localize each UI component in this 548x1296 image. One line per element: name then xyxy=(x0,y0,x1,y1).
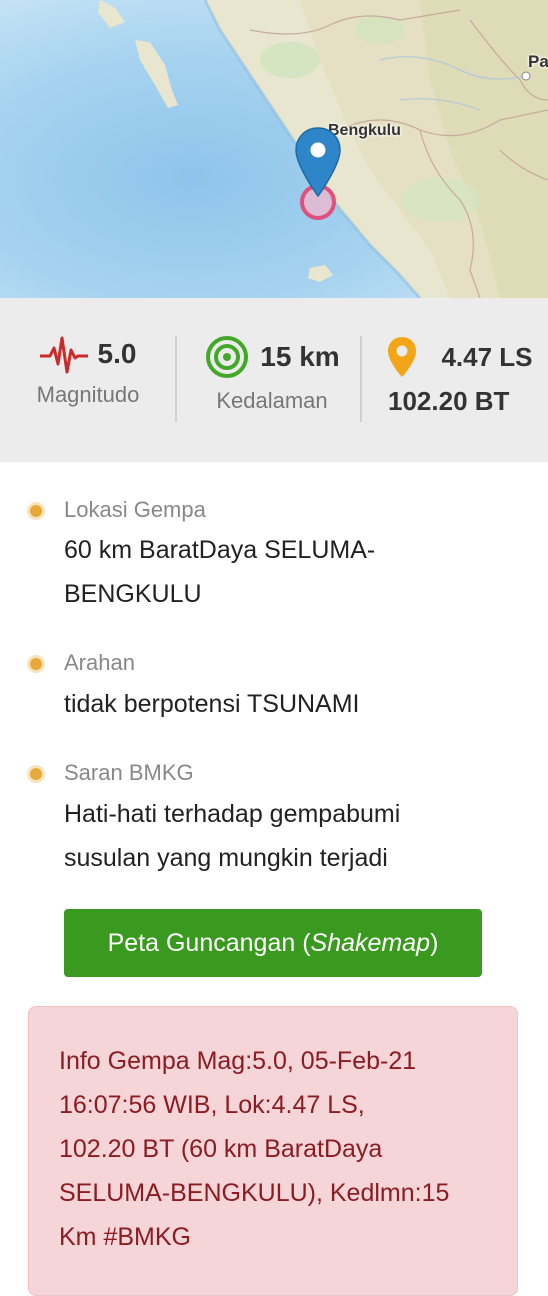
bullet-icon xyxy=(30,505,42,517)
advice-line-1: Hati-hati terhadap gempabumi xyxy=(64,800,401,828)
magnitude-value: 5.0 xyxy=(97,338,137,369)
alert-line-1: Info Gempa Mag:5.0, 05-Feb-21 xyxy=(59,1047,417,1075)
advice-line-2: susulan yang mungkin terjadi xyxy=(64,844,388,872)
map-pin-icon[interactable] xyxy=(294,126,342,198)
location-stat: 4.47 LS 102.20 BT xyxy=(382,336,538,417)
shakemap-button-prefix: Peta Guncangan ( xyxy=(107,928,311,957)
map-edge-label: Pa xyxy=(528,52,548,71)
latitude-value: 4.47 LS xyxy=(441,341,533,372)
longitude-value: 102.20 BT xyxy=(388,386,510,416)
advice-title: Saran BMKG xyxy=(64,760,194,785)
shakemap-button-suffix: ) xyxy=(430,928,439,957)
earthquake-map[interactable]: Bengkulu Pa xyxy=(0,0,548,298)
direction-text: tidak berpotensi TSUNAMI xyxy=(64,690,360,718)
seismograph-icon xyxy=(39,336,88,374)
stat-divider xyxy=(175,336,177,422)
location-line-2: BENGKULU xyxy=(64,580,202,608)
magnitude-stat: 5.0 Magnitudo xyxy=(28,334,148,408)
alert-line-3: 102.20 BT (60 km BaratDaya xyxy=(59,1135,383,1163)
magnitude-label: Magnitudo xyxy=(36,382,140,407)
depth-label: Kedalaman xyxy=(216,388,328,413)
alert-line-4: SELUMA-BENGKULU), Kedlmn:15 xyxy=(59,1179,450,1207)
location-line-1: 60 km BaratDaya SELUMA- xyxy=(64,536,376,564)
shakemap-button[interactable]: Peta Guncangan (Shakemap) xyxy=(64,909,482,977)
stat-divider xyxy=(360,336,362,422)
location-title: Lokasi Gempa xyxy=(64,497,206,522)
bullet-icon xyxy=(30,768,42,780)
depth-rings-icon xyxy=(206,336,249,378)
quake-summary-alert: Info Gempa Mag:5.0, 05-Feb-21 16:07:56 W… xyxy=(28,1006,518,1296)
depth-value: 15 km xyxy=(260,341,340,372)
location-pin-icon xyxy=(388,337,417,377)
alert-line-5: Km #BMKG xyxy=(59,1223,191,1251)
depth-stat: 15 km Kedalaman xyxy=(192,334,352,414)
bullet-icon xyxy=(30,658,42,670)
direction-title: Arahan xyxy=(64,650,135,675)
map-canvas xyxy=(0,0,548,298)
quake-stats-bar: 5.0 Magnitudo 15 km Kedalaman 4.47 LS 10… xyxy=(0,298,548,462)
alert-line-2: 16:07:56 WIB, Lok:4.47 LS, xyxy=(59,1091,365,1119)
shakemap-button-italic: Shakemap xyxy=(310,928,431,957)
